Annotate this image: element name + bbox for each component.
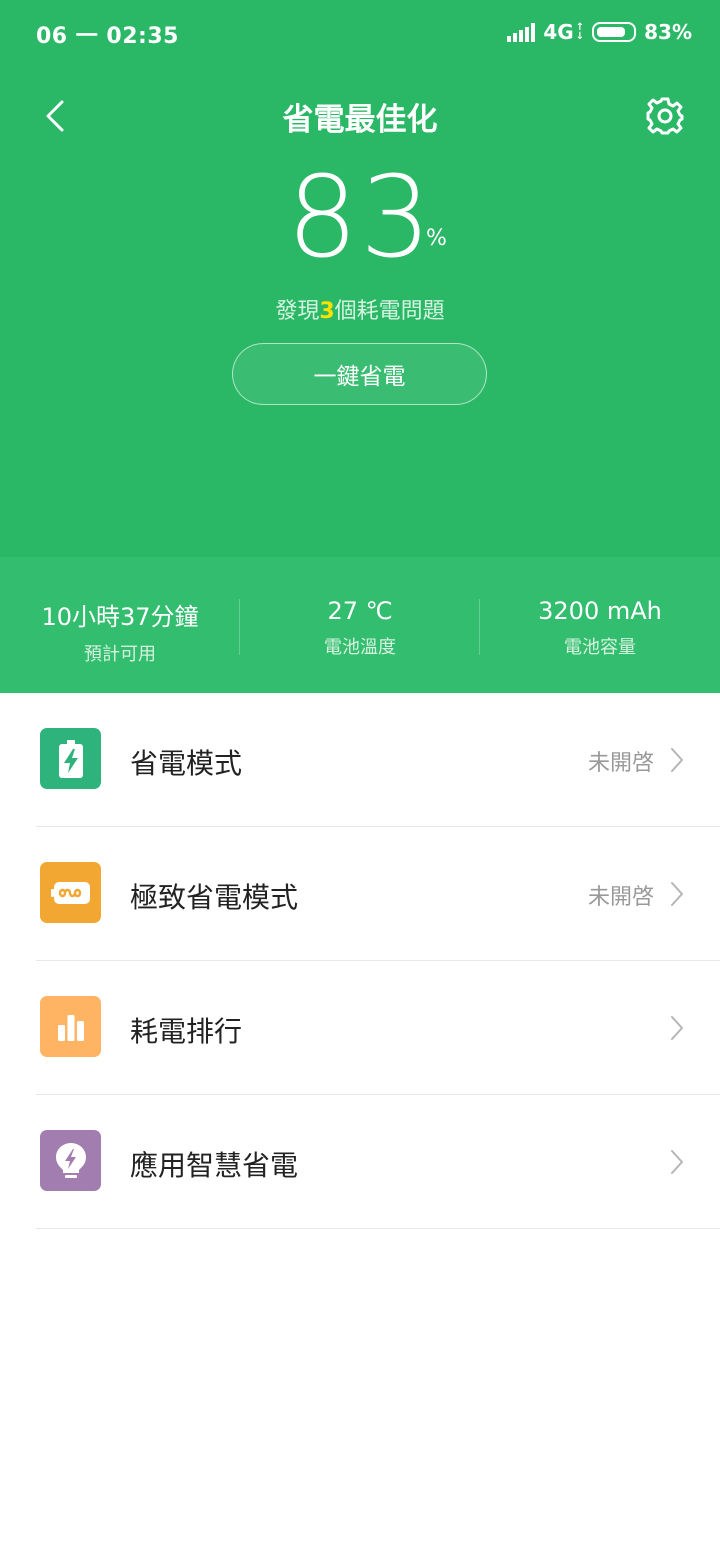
chevron-right-icon bbox=[671, 1150, 683, 1174]
list-divider bbox=[36, 1228, 720, 1229]
stat-remaining-time: 10小時37分鐘 預計可用 bbox=[0, 557, 240, 693]
stat-label: 電池溫度 bbox=[324, 637, 396, 658]
settings-button[interactable] bbox=[644, 95, 686, 137]
infinity-battery-icon bbox=[40, 862, 101, 923]
stat-capacity: 3200 mAh 電池容量 bbox=[480, 557, 720, 693]
battery-fill bbox=[597, 27, 626, 37]
hero-panel: 06 一 02:35 4G ↑ ↓ 83% 省電最佳化 83 % 發現3個耗電問… bbox=[0, 0, 720, 557]
chevron-right-icon bbox=[671, 882, 683, 906]
settings-list: 省電模式 未開啓 極致省電模式 未開啓 耗電排行 應用智慧省電 bbox=[0, 693, 720, 1229]
battery-percent-unit: % bbox=[426, 226, 447, 251]
stat-label: 預計可用 bbox=[84, 644, 156, 665]
stat-temperature: 27 ℃ 電池溫度 bbox=[240, 557, 480, 693]
list-item-status: 未開啓 bbox=[587, 885, 654, 910]
chevron-right-icon bbox=[671, 1016, 683, 1040]
battery-bolt-icon bbox=[40, 728, 101, 789]
lightbulb-bolt-icon bbox=[40, 1130, 101, 1191]
bar-chart-icon bbox=[40, 996, 101, 1057]
list-item-label: 耗電排行 bbox=[130, 1015, 243, 1048]
battery-percent-display: 83 % bbox=[0, 156, 720, 280]
page-title: 省電最佳化 bbox=[282, 102, 438, 138]
status-time: 06 一 02:35 bbox=[36, 24, 179, 49]
status-indicators: 4G ↑ ↓ 83% bbox=[507, 18, 692, 46]
stat-value: 3200 mAh bbox=[538, 597, 662, 625]
issues-summary: 發現3個耗電問題 bbox=[0, 293, 720, 325]
battery-stats: 10小時37分鐘 預計可用 27 ℃ 電池溫度 3200 mAh 電池容量 bbox=[0, 557, 720, 693]
network-indicator: 4G ↑ ↓ bbox=[543, 20, 584, 44]
one-tap-save-button[interactable]: 一鍵省電 bbox=[232, 343, 487, 405]
battery-icon bbox=[592, 22, 637, 42]
stat-value: 27 ℃ bbox=[327, 597, 393, 625]
list-item-app-smart-saving[interactable]: 應用智慧省電 bbox=[0, 1095, 720, 1229]
battery-percent-text: 83% bbox=[644, 20, 692, 44]
issues-count: 3 bbox=[319, 299, 335, 324]
list-item-power-saving-mode[interactable]: 省電模式 未開啓 bbox=[0, 693, 720, 827]
issues-prefix: 發現 bbox=[275, 299, 320, 324]
list-item-label: 應用智慧省電 bbox=[130, 1149, 299, 1182]
signal-icon bbox=[507, 22, 536, 42]
list-item-label: 極致省電模式 bbox=[130, 881, 299, 914]
data-arrows-icon: ↑ ↓ bbox=[575, 22, 585, 42]
issues-suffix: 個耗電問題 bbox=[334, 299, 445, 324]
stat-label: 電池容量 bbox=[564, 637, 636, 658]
list-item-label: 省電模式 bbox=[130, 747, 243, 780]
gear-icon bbox=[646, 97, 684, 135]
list-item-power-ranking[interactable]: 耗電排行 bbox=[0, 961, 720, 1095]
list-item-ultra-power-saving[interactable]: 極致省電模式 未開啓 bbox=[0, 827, 720, 961]
chevron-right-icon bbox=[671, 748, 683, 772]
stat-value: 10小時37分鐘 bbox=[41, 603, 199, 631]
battery-percent-value: 83 bbox=[286, 153, 434, 283]
status-bar: 06 一 02:35 4G ↑ ↓ 83% bbox=[0, 0, 720, 66]
list-item-status: 未開啓 bbox=[587, 751, 654, 776]
network-type: 4G bbox=[543, 20, 574, 44]
